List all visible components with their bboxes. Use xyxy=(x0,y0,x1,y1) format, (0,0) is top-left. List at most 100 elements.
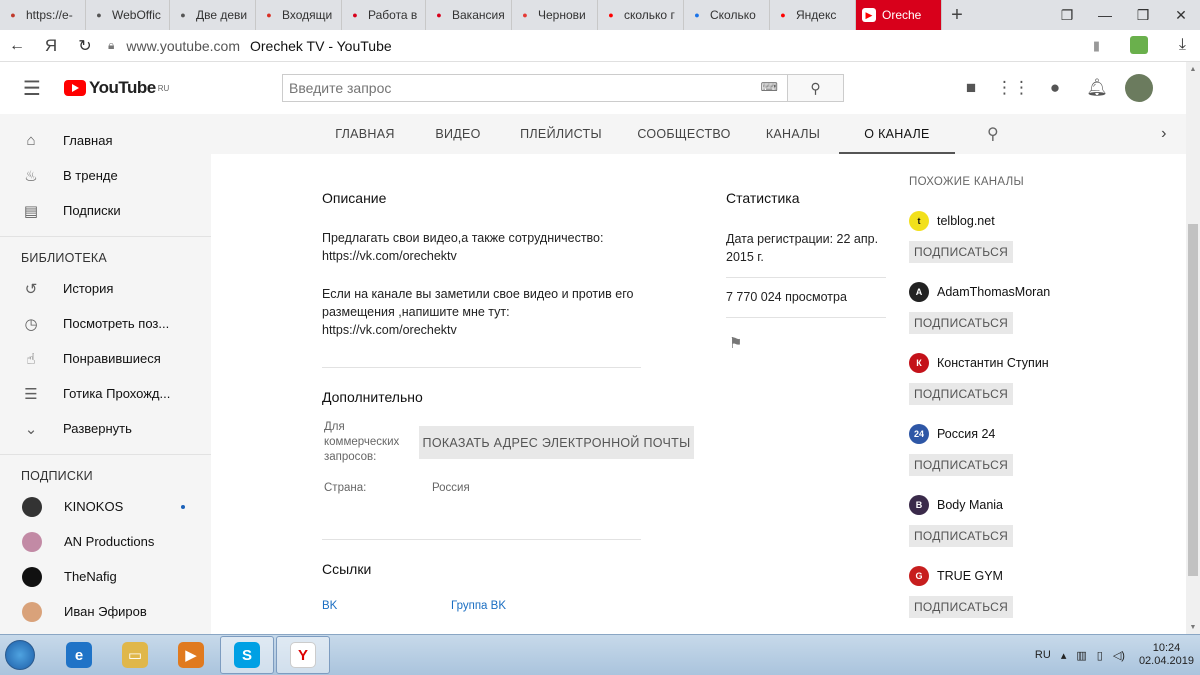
related-channel: 24 Россия 24 ПОДПИСАТЬСЯ xyxy=(909,424,1069,476)
youtube-icon: ▶ xyxy=(862,8,876,22)
channel-search-icon[interactable]: ⚲ xyxy=(955,114,1031,154)
back-arrow-icon[interactable]: ← xyxy=(0,30,34,62)
subscribe-button[interactable]: ПОДПИСАТЬСЯ xyxy=(909,596,1013,618)
related-channel-name-row[interactable]: B Body Mania xyxy=(909,495,1069,515)
subscribe-button[interactable]: ПОДПИСАТЬСЯ xyxy=(909,525,1013,547)
vk-link[interactable]: BK xyxy=(322,600,337,612)
subscription-item[interactable]: KINOKOS xyxy=(0,489,211,524)
avatar[interactable] xyxy=(1118,74,1160,102)
related-channel-name-row[interactable]: A AdamThomasMoran xyxy=(909,282,1069,302)
sidebar-item[interactable]: ☰ Готика Прохожд... xyxy=(0,376,211,411)
channel-tab[interactable]: О КАНАЛЕ xyxy=(839,114,955,154)
subscription-item[interactable]: TheNafig xyxy=(0,559,211,594)
maximize-button[interactable]: ❒ xyxy=(1124,0,1162,30)
start-button[interactable] xyxy=(0,635,40,675)
browser-tab[interactable]: ● Яндекс xyxy=(770,0,856,30)
region-label: RU xyxy=(157,83,170,93)
browser-tab[interactable]: ● Сколько xyxy=(684,0,770,30)
taskbar-app[interactable]: S xyxy=(220,636,274,674)
channel-avatar: A xyxy=(909,282,929,302)
extension-icon[interactable] xyxy=(1130,36,1148,54)
taskbar-app[interactable]: ▶ xyxy=(164,636,218,674)
taskbar-app[interactable]: ▭ xyxy=(108,636,162,674)
flag-icon[interactable]: ⚑ xyxy=(729,334,742,352)
clock[interactable]: 10:24 02.04.2019 xyxy=(1139,642,1194,668)
taskbar-app[interactable]: Y xyxy=(276,636,330,674)
tabs-manager-icon[interactable]: ❐ xyxy=(1048,0,1086,30)
browser-tab[interactable]: ▶ Oreche xyxy=(856,0,942,30)
sidebar-item[interactable]: ▤ Подписки xyxy=(0,193,211,228)
sidebar-item[interactable]: ⌂ Главная xyxy=(0,123,211,158)
browser-tab[interactable]: ● Работа в xyxy=(342,0,426,30)
bookmark-icon[interactable]: ▮ xyxy=(1093,38,1100,54)
sidebar-item[interactable]: ♨ В тренде xyxy=(0,158,211,193)
channel-tab[interactable]: ПЛЕЙЛИСТЫ xyxy=(501,114,621,154)
browser-tab[interactable]: ● Вакансия xyxy=(426,0,512,30)
channel-tab[interactable]: ГЛАВНАЯ xyxy=(315,114,415,154)
browser-tab[interactable]: ● сколько г xyxy=(598,0,684,30)
keyboard-icon[interactable]: ⌨ xyxy=(761,80,778,94)
create-video-icon[interactable]: ■ xyxy=(950,78,992,98)
menu-icon[interactable]: ☰ xyxy=(0,62,64,114)
business-label-line: запросов: xyxy=(324,451,377,463)
notifications-bell-icon[interactable]: 🔔︎ xyxy=(1076,78,1118,98)
subscribe-button[interactable]: ПОДПИСАТЬСЯ xyxy=(909,383,1013,405)
scroll-up-arrow-icon[interactable]: ▲ xyxy=(1186,62,1200,76)
description-link[interactable]: https://vk.com/orechektv xyxy=(322,321,652,339)
sidebar-item[interactable]: ⌄ Развернуть xyxy=(0,411,211,446)
description-link[interactable]: https://vk.com/orechektv xyxy=(322,247,652,265)
subscribe-button[interactable]: ПОДПИСАТЬСЯ xyxy=(909,241,1013,263)
business-label-line: Для xyxy=(324,421,345,433)
related-channel-name-row[interactable]: К Константин Ступин xyxy=(909,353,1069,373)
taskbar-app[interactable]: e xyxy=(52,636,106,674)
channel-tab[interactable]: СООБЩЕСТВО xyxy=(621,114,747,154)
tray-expand-icon[interactable]: ▴ xyxy=(1061,649,1067,662)
close-window-button[interactable]: ✕ xyxy=(1162,0,1200,30)
messages-icon[interactable]: ● xyxy=(1034,78,1076,98)
browser-tab[interactable]: ● Чернови xyxy=(512,0,598,30)
network-icon[interactable]: ▥ xyxy=(1076,649,1086,662)
browser-tab-label: Две деви xyxy=(196,8,248,22)
new-tab-button[interactable]: + xyxy=(942,0,972,30)
download-icon[interactable]: ⤓ xyxy=(1179,36,1186,54)
sidebar-item[interactable]: ◷ Посмотреть поз... xyxy=(0,306,211,341)
search-button[interactable]: ⚲ xyxy=(788,74,844,102)
apps-grid-icon[interactable]: ⋮⋮ xyxy=(992,78,1034,98)
subscription-item[interactable]: Иван Эфиров xyxy=(0,594,211,629)
related-channel-name-row[interactable]: 24 Россия 24 xyxy=(909,424,1069,444)
language-indicator[interactable]: RU xyxy=(1035,649,1051,661)
related-channel-name-row[interactable]: G TRUE GYM xyxy=(909,566,1069,586)
hh-icon: ● xyxy=(436,10,442,20)
sidebar-item-label: Готика Прохожд... xyxy=(63,386,171,401)
related-channel: t telblog.net ПОДПИСАТЬСЯ xyxy=(909,211,1069,263)
browser-tab[interactable]: ● Входящи xyxy=(256,0,342,30)
sidebar-item[interactable]: ↺ История xyxy=(0,271,211,306)
page-scrollbar[interactable]: ▲ ▼ xyxy=(1186,62,1200,634)
subscribe-button[interactable]: ПОДПИСАТЬСЯ xyxy=(909,454,1013,476)
yandex-button[interactable]: Я xyxy=(34,30,68,62)
browser-tab[interactable]: ● https://e- xyxy=(0,0,86,30)
subscribe-button[interactable]: ПОДПИСАТЬСЯ xyxy=(909,312,1013,334)
search-box: ⌨ ⚲ xyxy=(282,74,844,102)
show-email-button[interactable]: ПОКАЗАТЬ АДРЕС ЭЛЕКТРОННОЙ ПОЧТЫ xyxy=(419,426,694,459)
links-heading: Ссылки xyxy=(322,561,372,577)
tabs-scroll-right-icon[interactable]: › xyxy=(1152,114,1176,154)
browser-tab[interactable]: ● Две деви xyxy=(170,0,256,30)
youtube-logo[interactable]: YouTube RU xyxy=(64,76,169,100)
subscription-item[interactable]: AN Productions xyxy=(0,524,211,559)
reload-icon[interactable]: ↻ xyxy=(68,30,102,62)
gmail-icon: ● xyxy=(266,10,272,20)
channel-tab[interactable]: ВИДЕО xyxy=(415,114,501,154)
browser-tab[interactable]: ● WebOffic xyxy=(86,0,170,30)
related-channel-name-row[interactable]: t telblog.net xyxy=(909,211,1069,231)
vk-group-link[interactable]: Группа BK xyxy=(451,600,506,612)
battery-icon[interactable]: ▯ xyxy=(1097,649,1103,662)
scrollbar-thumb[interactable] xyxy=(1188,224,1198,576)
volume-icon[interactable]: ◁) xyxy=(1113,649,1125,662)
minimize-button[interactable]: — xyxy=(1086,0,1124,30)
scroll-down-arrow-icon[interactable]: ▼ xyxy=(1186,620,1200,634)
search-input[interactable] xyxy=(282,74,788,102)
url-text[interactable]: www.youtube.com xyxy=(126,38,240,54)
sidebar-item[interactable]: ☝ Понравившиеся xyxy=(0,341,211,376)
channel-tab[interactable]: КАНАЛЫ xyxy=(747,114,839,154)
